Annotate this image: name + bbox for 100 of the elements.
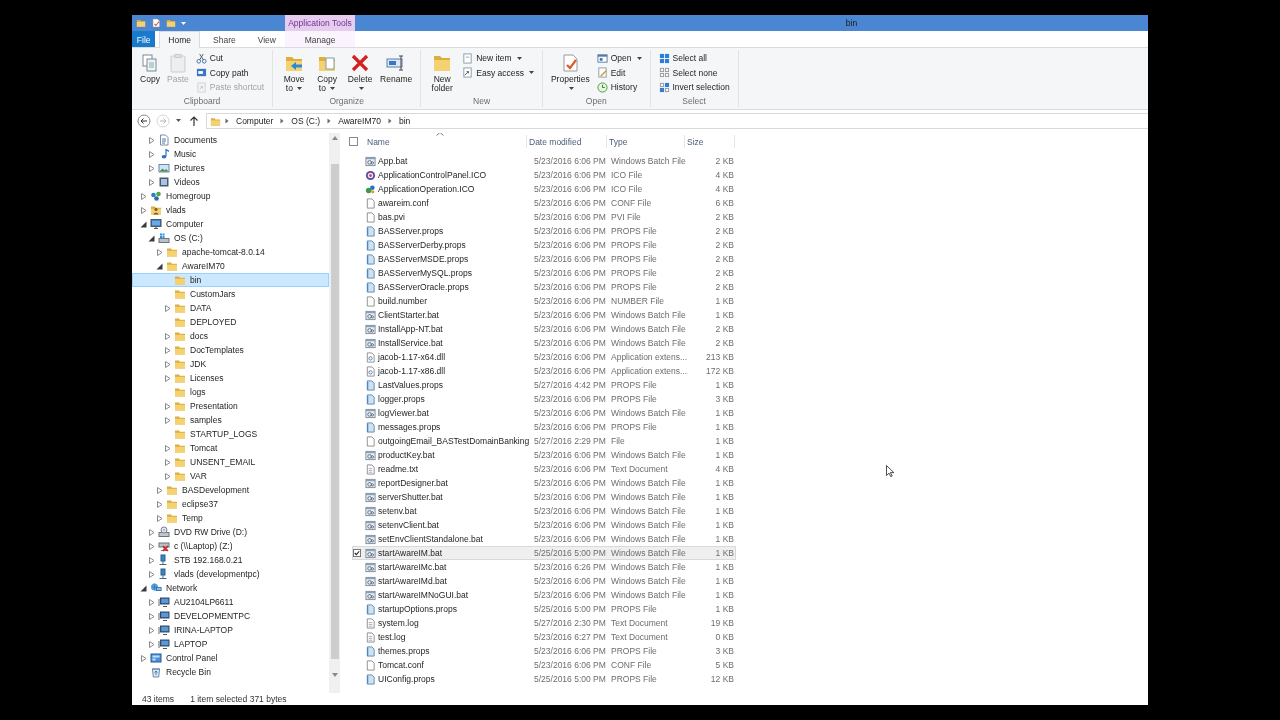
tree-item[interactable]: AwareIM70 [132,259,329,273]
ribbon-tab[interactable]: Share [204,31,245,47]
file-row[interactable]: BASServerMySQL.props 5/23/2016 6:06 PM PROPS File 2 KB [352,266,736,280]
tree-item[interactable]: LAPTOP [132,637,329,651]
ribbon-button[interactable]: New folder [427,52,458,94]
file-row[interactable]: serverShutter.bat 5/23/2016 6:06 PM Windows Batch File 1 KB [352,490,736,504]
tree-item[interactable]: Music [132,147,329,161]
file-row[interactable]: test.log 5/23/2016 6:27 PM Text Document 0 KB [352,630,736,644]
file-row[interactable]: themes.props 5/23/2016 6:06 PM PROPS File 3 KB [352,644,736,658]
file-row[interactable]: InstallService.bat 5/23/2016 6:06 PM Windows Batch File 2 KB [352,336,736,350]
address-bar[interactable]: Computer OS (C:) AwareIM70 bin [206,113,1148,129]
file-menu-tab[interactable]: File [132,31,156,47]
tree-item[interactable]: CustomJars [132,287,329,301]
ribbon-button[interactable]: Copy path [193,66,267,79]
tree-item[interactable]: Licenses [132,371,329,385]
tree-item[interactable]: Recycle Bin [132,665,329,679]
tree-item[interactable]: UNSENT_EMAIL [132,455,329,469]
tree-item[interactable]: Homegroup [132,189,329,203]
tree-item[interactable]: Computer [132,217,329,231]
file-row[interactable]: BASServer.props 5/23/2016 6:06 PM PROPS File 2 KB [352,224,736,238]
file-row[interactable]: startAwareIMd.bat 5/23/2016 6:06 PM Windows Batch File 1 KB [352,574,736,588]
file-row[interactable]: InstallApp-NT.bat 5/23/2016 6:06 PM Windows Batch File 2 KB [352,322,736,336]
tree-item[interactable]: vlads (developmentpc) [132,567,329,581]
ribbon-button[interactable]: History [594,81,644,94]
ribbon-button[interactable]: Copy to [312,52,343,94]
column-header[interactable]: Type [607,135,685,148]
ribbon-button[interactable]: Copy [138,52,162,85]
ribbon-tab[interactable]: View [248,31,285,47]
tree-item[interactable]: docs [132,329,329,343]
tree-item[interactable]: DATA [132,301,329,315]
tree-item[interactable]: eclipse37 [132,497,329,511]
file-row[interactable]: BASServerOracle.props 5/23/2016 6:06 PM PROPS File 2 KB [352,280,736,294]
file-row[interactable]: jacob-1.17-x64.dll 5/23/2016 6:06 PM Application extens... 213 KB [352,350,736,364]
file-row[interactable]: UIConfig.props 5/25/2016 5:00 PM PROPS File 12 KB [352,672,736,686]
file-row[interactable]: reportDesigner.bat 5/23/2016 6:06 PM Windows Batch File 1 KB [352,476,736,490]
file-row[interactable]: ApplicationOperation.ICO 5/23/2016 6:06 PM ICO File 4 KB [352,182,736,196]
file-row[interactable]: build.number 5/23/2016 6:06 PM NUMBER File 1 KB [352,294,736,308]
column-header[interactable]: Name [365,135,527,148]
file-row[interactable]: setenv.bat 5/23/2016 6:06 PM Windows Batch File 1 KB [352,504,736,518]
breadcrumb[interactable]: OS (C:) [288,116,324,126]
file-row[interactable]: BASServerMSDE.props 5/23/2016 6:06 PM PROPS File 2 KB [352,252,736,266]
ribbon-button[interactable]: Cut [193,52,267,65]
file-row[interactable]: system.log 5/27/2016 2:30 PM Text Document 19 KB [352,616,736,630]
ribbon-button[interactable]: Move to [279,52,310,94]
tree-item[interactable]: Videos [132,175,329,189]
file-row[interactable]: startAwareIM.bat 5/25/2016 5:00 PM Windows Batch File 1 KB [352,546,736,560]
ribbon-button[interactable]: Edit [594,66,644,79]
tree-item[interactable]: AU2104LP6611 [132,595,329,609]
tree-item[interactable]: Presentation [132,399,329,413]
file-row[interactable]: startupOptions.props 5/25/2016 5:00 PM PROPS File 1 KB [352,602,736,616]
tree-item[interactable]: OS (C:) [132,231,329,245]
tree-item[interactable]: Documents [132,133,329,147]
tree-item[interactable]: Tomcat [132,441,329,455]
tree-item[interactable]: Temp [132,511,329,525]
ribbon-button[interactable]: Open [594,52,644,65]
ribbon-button[interactable]: New item [460,52,536,65]
file-row[interactable]: logger.props 5/23/2016 6:06 PM PROPS File 3 KB [352,392,736,406]
file-row[interactable]: setEnvClientStandalone.bat 5/23/2016 6:06 PM Windows Batch File 1 KB [352,532,736,546]
tree-item[interactable]: DEVELOPMENTPC [132,609,329,623]
ribbon-button[interactable]: Easy access [460,66,536,79]
file-row[interactable]: startAwareIMNoGUI.bat 5/23/2016 6:06 PM Windows Batch File 1 KB [352,588,736,602]
file-row[interactable]: readme.txt 5/23/2016 6:06 PM Text Document 4 KB [352,462,736,476]
breadcrumb[interactable]: Computer [233,116,277,126]
tree-item[interactable]: vlads [132,203,329,217]
tree-item[interactable]: bin [132,273,329,287]
tree-item[interactable]: Pictures [132,161,329,175]
column-header[interactable]: Size [685,135,735,148]
tree-item[interactable]: STB 192.168.0.21 [132,553,329,567]
file-row[interactable]: awareim.conf 5/23/2016 6:06 PM CONF File 6 KB [352,196,736,210]
tree-item[interactable]: DocTemplates [132,343,329,357]
file-row[interactable]: ClientStarter.bat 5/23/2016 6:06 PM Windows Batch File 1 KB [352,308,736,322]
file-row[interactable]: BASServerDerby.props 5/23/2016 6:06 PM PROPS File 2 KB [352,238,736,252]
file-row[interactable]: productKey.bat 5/23/2016 6:06 PM Windows Batch File 1 KB [352,448,736,462]
file-row[interactable]: Tomcat.conf 5/23/2016 6:06 PM CONF File 5 KB [352,658,736,672]
tree-item[interactable]: JDK [132,357,329,371]
tree-item[interactable]: Network [132,581,329,595]
ribbon-button[interactable]: Delete [345,52,376,94]
ribbon-button[interactable]: Rename [378,52,415,85]
tree-item[interactable]: BASDevelopment [132,483,329,497]
file-row[interactable]: ApplicationControlPanel.ICO 5/23/2016 6:06 PM ICO File 4 KB [352,168,736,182]
tree-item[interactable]: apache-tomcat-8.0.14 [132,245,329,259]
file-row[interactable]: setenvClient.bat 5/23/2016 6:06 PM Windows Batch File 1 KB [352,518,736,532]
tree-item[interactable]: DEPLOYED [132,315,329,329]
file-row[interactable]: outgoingEmail_BASTestDomainBanking 5/27/2016 2:29 PM File 1 KB [352,434,736,448]
tree-item[interactable]: c (\\Laptop) (Z:) [132,539,329,553]
ribbon-button[interactable]: Invert selection [656,81,732,94]
file-row[interactable]: bas.pvi 5/23/2016 6:06 PM PVI File 2 KB [352,210,736,224]
tree-item[interactable]: VAR [132,469,329,483]
file-row[interactable]: jacob-1.17-x86.dll 5/23/2016 6:06 PM Application extens... 172 KB [352,364,736,378]
tree-item[interactable]: DVD RW Drive (D:) [132,525,329,539]
file-row[interactable]: LastValues.props 5/27/2016 4:42 PM PROPS File 1 KB [352,378,736,392]
scrollbar-thumb[interactable] [330,164,339,659]
tree-item[interactable]: Control Panel [132,651,329,665]
breadcrumb[interactable]: AwareIM70 [335,116,384,126]
tree-item[interactable]: STARTUP_LOGS [132,427,329,441]
ribbon-button[interactable]: Select all [656,52,732,65]
ribbon-button[interactable]: Select none [656,66,732,79]
ribbon-tab[interactable]: Manage [285,31,355,47]
file-row[interactable]: logViewer.bat 5/23/2016 6:06 PM Windows Batch File 1 KB [352,406,736,420]
tree-item[interactable]: IRINA-LAPTOP [132,623,329,637]
